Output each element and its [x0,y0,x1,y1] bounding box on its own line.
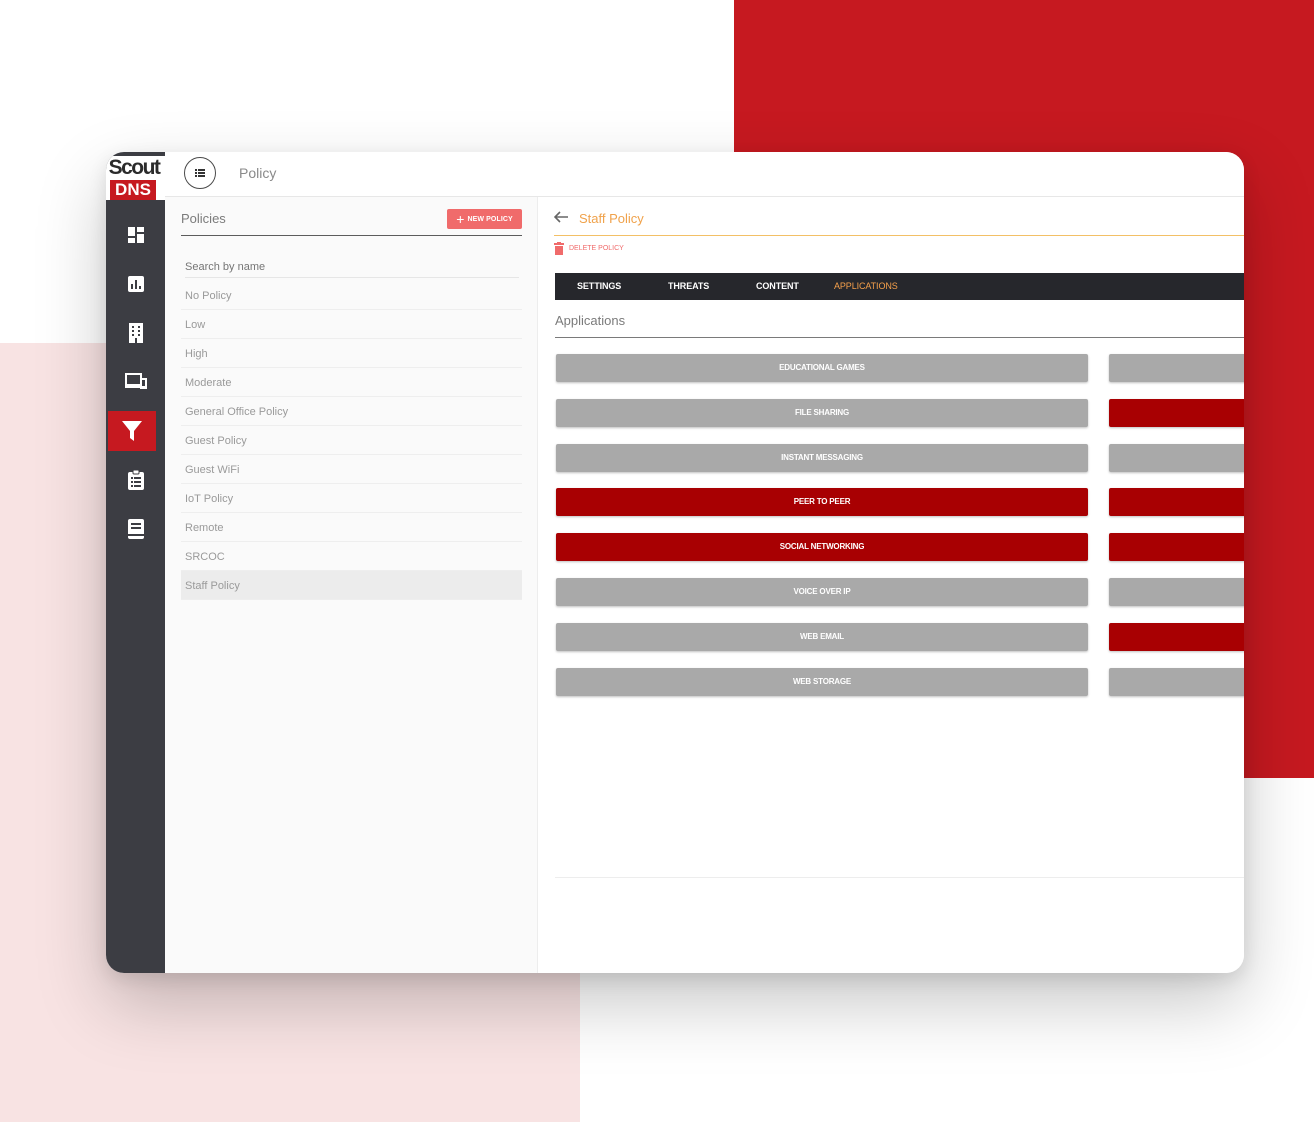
page-title: Policy [239,165,277,181]
back-arrow-icon[interactable] [554,211,568,223]
policy-item[interactable]: Remote [181,513,522,542]
new-policy-button[interactable]: + NEW POLICY [447,209,522,229]
reports-icon [127,276,144,292]
policy-name-title: Staff Policy [579,211,644,226]
application-toggle[interactable] [1109,578,1244,606]
sidebar: Scout DNS [106,152,165,973]
filter-icon [122,421,142,441]
nav-policy[interactable] [108,411,156,451]
logo-text-bottom: DNS [110,180,156,200]
devices-icon [124,373,147,389]
application-toggle[interactable] [1109,399,1244,427]
application-toggle[interactable] [1109,444,1244,472]
book-icon [127,519,144,539]
application-toggle[interactable] [1109,623,1244,651]
policy-detail-panel: Staff Policy DELETE POLICY SETTINGS THRE… [538,197,1244,973]
policies-title: Policies [181,211,226,226]
applications-bottom-divider [555,877,1244,878]
title-underline [554,235,1244,236]
tab-settings[interactable]: SETTINGS [577,273,621,300]
nav-reports[interactable] [106,264,165,304]
policies-panel: Policies + NEW POLICY No Policy Low High… [165,197,538,973]
policies-divider [181,235,522,236]
policy-item[interactable]: Moderate [181,368,522,397]
building-icon [128,323,143,343]
search-input[interactable] [185,257,519,278]
policy-item[interactable]: General Office Policy [181,397,522,426]
menu-button[interactable] [184,157,216,189]
application-toggle[interactable]: SOCIAL NETWORKING [556,533,1088,561]
application-toggle[interactable] [1109,533,1244,561]
nav-docs[interactable] [106,509,165,549]
clipboard-icon [127,470,144,490]
policy-item[interactable]: No Policy [181,281,522,310]
top-bar: Policy [165,152,1244,197]
policy-item[interactable]: Low [181,310,522,339]
tab-content[interactable]: CONTENT [756,273,799,300]
application-toggle[interactable]: WEB EMAIL [556,623,1088,651]
delete-policy-button[interactable]: DELETE POLICY [554,242,624,255]
delete-policy-label: DELETE POLICY [569,245,624,252]
policy-item[interactable]: Guest Policy [181,426,522,455]
application-toggle[interactable]: VOICE OVER IP [556,578,1088,606]
nav-sites[interactable] [106,313,165,353]
applications-divider [555,337,1244,338]
policy-item[interactable]: IoT Policy [181,484,522,513]
nav-dashboard[interactable] [106,215,165,255]
nav-devices[interactable] [106,361,165,401]
tab-threats[interactable]: THREATS [668,273,709,300]
tab-applications[interactable]: APPLICATIONS [834,273,898,300]
application-toggle[interactable]: WEB STORAGE [556,668,1088,696]
application-toggle[interactable]: FILE SHARING [556,399,1088,427]
application-toggle[interactable]: EDUCATIONAL GAMES [556,354,1088,382]
logo-text-top: Scout [108,156,161,179]
application-toggle[interactable]: INSTANT MESSAGING [556,444,1088,472]
dashboard-icon [127,227,144,243]
applications-section-title: Applications [555,313,626,328]
policy-item[interactable]: Guest WiFi [181,455,522,484]
policy-item[interactable]: SRCOC [181,542,522,571]
policy-item[interactable]: High [181,339,522,368]
policy-list: No Policy Low High Moderate General Offi… [181,281,522,600]
nav-logs[interactable] [106,460,165,500]
application-toggle[interactable] [1109,668,1244,696]
application-toggle[interactable] [1109,488,1244,516]
new-policy-label: NEW POLICY [467,215,513,223]
list-icon [195,169,205,177]
policy-tabs: SETTINGS THREATS CONTENT APPLICATIONS [555,273,1244,300]
trash-icon [554,242,564,255]
application-toggle[interactable]: PEER TO PEER [556,488,1088,516]
policy-item-selected[interactable]: Staff Policy [181,571,522,600]
plus-icon: + [456,210,465,227]
app-window: Scout DNS Policy Policies + NEW POLICY S… [106,152,1244,973]
application-toggle[interactable] [1109,354,1244,382]
logo: Scout DNS [106,156,165,200]
